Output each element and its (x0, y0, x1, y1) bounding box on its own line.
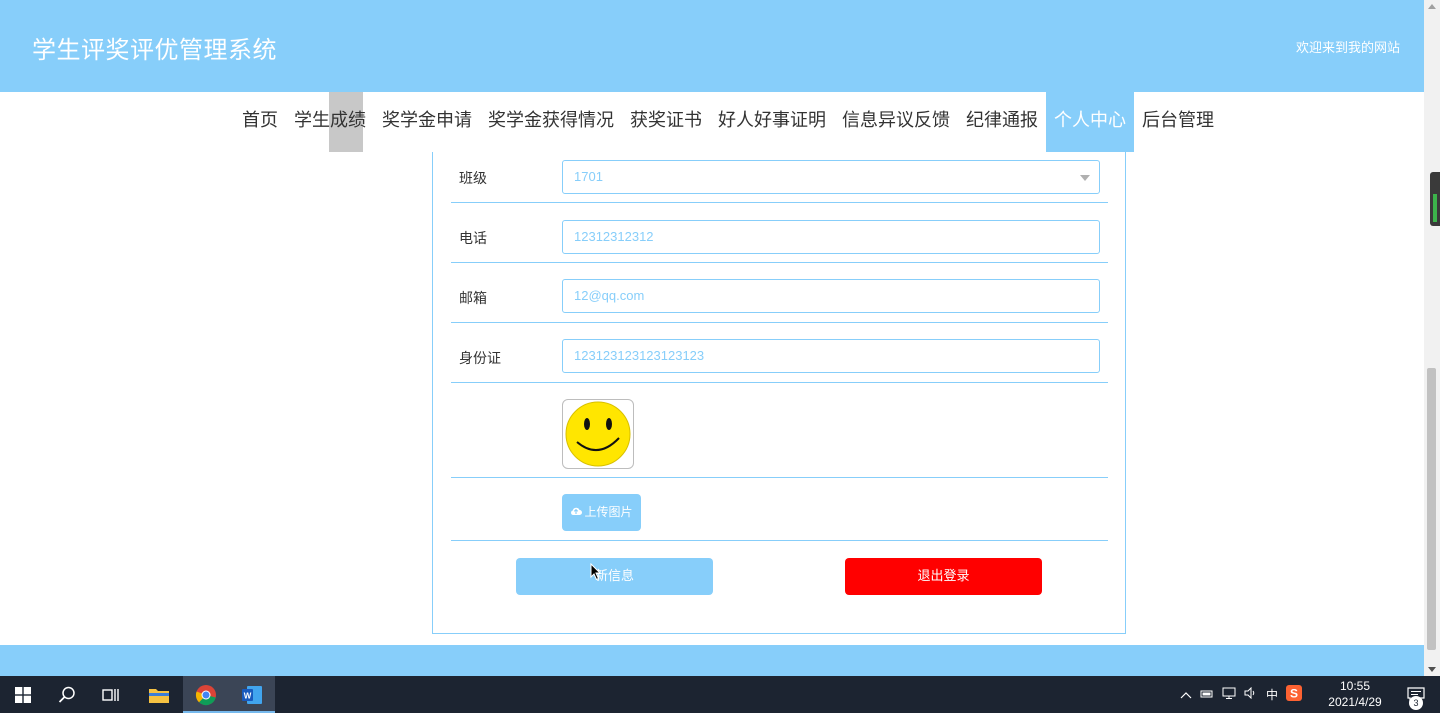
chevron-down-icon (1080, 175, 1090, 181)
phone-label: 电话 (459, 231, 487, 247)
cloud-upload-icon (570, 494, 583, 531)
form-row-email: 邮箱 12@qq.com (451, 263, 1108, 323)
scroll-up-arrow-icon[interactable] (1428, 4, 1436, 9)
class-select[interactable]: 1701 (562, 160, 1100, 194)
nav-item-feedback[interactable]: 信息异议反馈 (834, 92, 958, 152)
notification-count-badge: 3 (1409, 696, 1423, 710)
logout-button[interactable]: 退出登录 (845, 558, 1042, 595)
class-label: 班级 (459, 171, 487, 187)
id-card-field[interactable]: 123123123123123123 (562, 339, 1100, 373)
system-tray: 中 S (1180, 676, 1303, 713)
sogou-ime-icon[interactable]: S (1286, 685, 1303, 704)
smiley-face-icon (565, 401, 631, 467)
chrome-icon[interactable] (183, 676, 229, 713)
upload-image-button[interactable]: 上传图片 (562, 494, 641, 531)
file-explorer-icon[interactable] (136, 676, 182, 713)
phone-field[interactable]: 12312312312 (562, 220, 1100, 254)
form-row-id-card: 身份证 123123123123123123 (451, 323, 1108, 383)
chevron-up-icon[interactable] (1180, 688, 1192, 702)
form-row-phone: 电话 12312312312 (451, 203, 1108, 263)
network-icon[interactable] (1222, 687, 1236, 702)
id-card-label: 身份证 (459, 351, 501, 367)
mouse-cursor-icon (590, 563, 602, 581)
logout-label: 退出登录 (917, 569, 970, 584)
upload-image-label: 上传图片 (584, 505, 633, 519)
nav-item-certificates[interactable]: 获奖证书 (622, 92, 710, 152)
welcome-text: 欢迎来到我的网站 (1295, 41, 1400, 56)
class-select-value: 1701 (574, 169, 603, 184)
nav-item-scholarship-status[interactable]: 奖学金获得情况 (480, 92, 622, 152)
form-row-class: 班级 1701 (451, 152, 1108, 203)
form-row-upload: 上传图片 (451, 478, 1108, 541)
volume-icon[interactable] (1244, 686, 1258, 702)
svg-text:S: S (1290, 687, 1298, 701)
word-icon[interactable]: W (229, 676, 275, 713)
scroll-thumb[interactable] (1427, 368, 1436, 650)
email-field[interactable]: 12@qq.com (562, 279, 1100, 313)
update-info-button[interactable]: 新信息 (516, 558, 713, 595)
ime-indicator[interactable]: 中 (1266, 686, 1278, 703)
nav-item-profile[interactable]: 个人中心 (1046, 92, 1134, 152)
search-icon[interactable] (44, 676, 90, 713)
page-scrollbar[interactable] (1424, 0, 1440, 676)
site-title: 学生评奖评优管理系统 (32, 36, 277, 64)
svg-text:W: W (244, 691, 252, 700)
form-row-avatar (451, 383, 1108, 478)
main-nav: 首页 学生成绩 奖学金申请 奖学金获得情况 获奖证书 好人好事证明 信息异议反馈… (0, 92, 1424, 152)
task-view-icon[interactable] (88, 676, 134, 713)
side-extension-tab[interactable] (1430, 172, 1440, 226)
avatar-image (562, 399, 634, 469)
clock-date: 2021/4/29 (1328, 695, 1382, 709)
windows-start-icon[interactable] (0, 676, 46, 713)
site-header: 学生评奖评优管理系统 欢迎来到我的网站 (0, 0, 1424, 92)
email-label: 邮箱 (459, 291, 487, 307)
battery-icon[interactable] (1200, 688, 1214, 702)
nav-item-good-deeds[interactable]: 好人好事证明 (710, 92, 834, 152)
site-footer (0, 645, 1424, 676)
nav-item-grades[interactable]: 学生成绩 (286, 92, 374, 152)
windows-taskbar: W 中 S 10:55 2021/4/29 (0, 676, 1440, 713)
nav-item-admin[interactable]: 后台管理 (1134, 92, 1222, 152)
nav-item-discipline[interactable]: 纪律通报 (958, 92, 1046, 152)
scroll-down-arrow-icon[interactable] (1428, 667, 1436, 672)
nav-item-scholarship-apply[interactable]: 奖学金申请 (374, 92, 480, 152)
nav-list: 首页 学生成绩 奖学金申请 奖学金获得情况 获奖证书 好人好事证明 信息异议反馈… (234, 92, 1222, 152)
profile-form: 班级 1701 电话 12312312312 邮箱 12@qq.com 身份证 … (432, 152, 1126, 634)
browser-page: 学生评奖评优管理系统 欢迎来到我的网站 首页 学生成绩 奖学金申请 奖学金获得情… (0, 0, 1440, 713)
nav-item-home[interactable]: 首页 (234, 92, 286, 152)
clock-time: 10:55 (1339, 679, 1371, 693)
taskbar-clock[interactable]: 10:55 2021/4/29 (1318, 678, 1392, 710)
